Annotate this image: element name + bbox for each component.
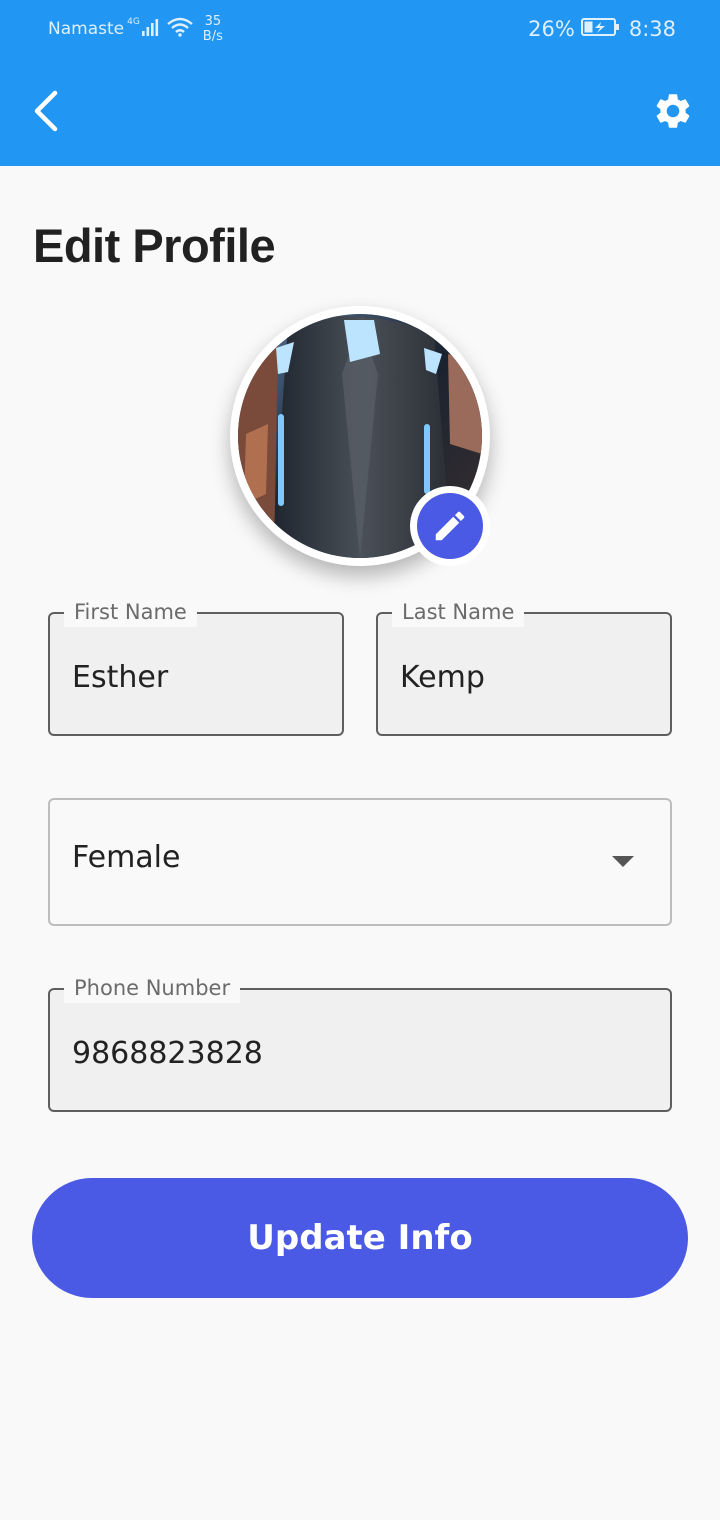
status-bar: Namaste 4G 35 B/s 26% 8:38 bbox=[0, 0, 720, 56]
page-title: Edit Profile bbox=[33, 219, 276, 272]
gear-icon bbox=[656, 94, 690, 128]
first-name-input[interactable] bbox=[72, 614, 326, 734]
update-info-button[interactable]: Update Info bbox=[32, 1178, 688, 1298]
phone-number-field[interactable]: Phone Number bbox=[48, 973, 672, 1112]
last-name-input[interactable] bbox=[400, 614, 654, 734]
edit-photo-badge bbox=[417, 493, 483, 559]
battery-icon bbox=[580, 17, 621, 42]
settings-button[interactable] bbox=[646, 84, 700, 138]
carrier-name: Namaste bbox=[48, 19, 125, 39]
gender-value: Female bbox=[72, 840, 181, 875]
signal-icon bbox=[141, 17, 161, 41]
chevron-left-icon bbox=[34, 90, 58, 132]
clock: 8:38 bbox=[628, 17, 676, 41]
network-speed: 35 B/s bbox=[203, 14, 223, 44]
pencil-icon bbox=[435, 511, 465, 541]
phone-number-input[interactable] bbox=[72, 990, 654, 1110]
app-bar: Namaste 4G 35 B/s 26% 8:38 bbox=[0, 0, 720, 166]
gender-select[interactable]: Female bbox=[48, 798, 672, 926]
last-name-field[interactable]: Last Name bbox=[376, 597, 672, 736]
network-speed-unit: B/s bbox=[202, 29, 223, 44]
back-button[interactable] bbox=[18, 84, 72, 138]
edit-photo-button[interactable] bbox=[410, 486, 490, 566]
network-speed-value: 35 bbox=[204, 14, 222, 29]
wifi-icon bbox=[167, 17, 193, 41]
battery-percent: 26% bbox=[528, 17, 575, 41]
dropdown-arrow-icon bbox=[612, 856, 634, 867]
network-type: 4G bbox=[127, 17, 140, 27]
first-name-field[interactable]: First Name bbox=[48, 597, 344, 736]
